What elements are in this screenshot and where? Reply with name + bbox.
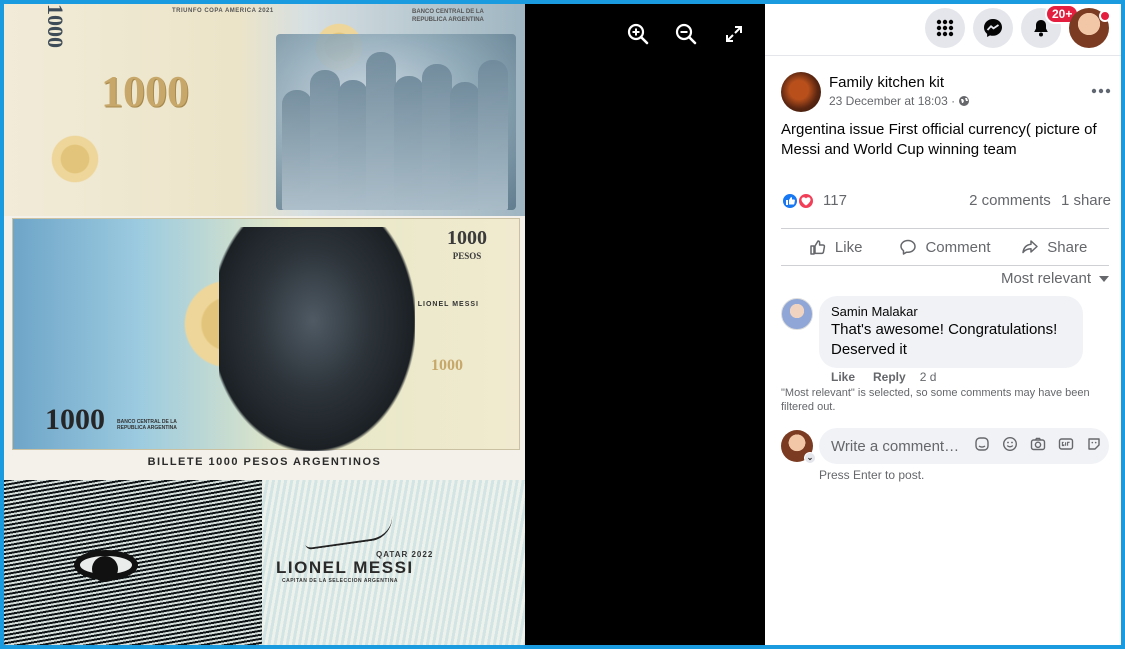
comment-composer: ⌄ [781, 426, 1111, 466]
comments-count[interactable]: 2 comments [969, 192, 1051, 209]
post-author[interactable]: Family kitchen kit [829, 74, 944, 91]
post-stats: 2 comments 1 share [963, 192, 1111, 209]
composer-hint: Press Enter to post. [819, 468, 925, 482]
more-dots-icon [1091, 88, 1111, 94]
banknote-signature-name: LIONEL MESSI [417, 301, 479, 308]
caret-down-icon [1099, 275, 1109, 282]
comment-like-button[interactable]: Like [831, 370, 855, 384]
photo-viewer: 1000 TRIUNFO COPA AMERICA 2021 BANCO CEN… [4, 4, 1121, 645]
reaction-count[interactable]: 117 [823, 192, 847, 209]
zoom-in-icon [627, 23, 649, 45]
emoji-button[interactable] [1001, 435, 1019, 453]
banknote-vertical-denomination: 1000 [43, 4, 68, 48]
post-timestamp[interactable]: 23 December at 18:03 · [829, 94, 970, 108]
messenger-button[interactable] [973, 8, 1013, 48]
sticker-button[interactable] [1085, 435, 1103, 453]
comment-time[interactable]: 2 d [920, 370, 937, 384]
comment-reply-button[interactable]: Reply [873, 370, 906, 384]
post-header: Family kitchen kit 23 December at 18:03 … [781, 72, 1111, 114]
comment-bubble: Samin Malakar That's awesome! Congratula… [819, 296, 1083, 368]
comment-button[interactable]: Comment [890, 229, 999, 265]
more-options-button[interactable] [1091, 78, 1111, 99]
messi-portrait [219, 227, 415, 451]
zoom-in-button[interactable] [624, 20, 652, 48]
composer-tools [973, 435, 1103, 453]
signature-mark [302, 513, 396, 551]
gif-icon [1058, 438, 1074, 450]
photo-button[interactable] [1029, 435, 1047, 453]
banknote-team: 1000 TRIUNFO COPA AMERICA 2021 BANCO CEN… [4, 4, 525, 216]
globe-icon [959, 96, 970, 106]
shares-count[interactable]: 1 share [1061, 192, 1111, 209]
comment-text: That's awesome! Congratulations! Deserve… [831, 321, 1058, 358]
love-reaction-icon[interactable] [797, 192, 815, 210]
filter-notice: "Most relevant" is selected, so some com… [781, 387, 1090, 413]
my-avatar[interactable]: ⌄ [781, 430, 816, 464]
post-photo[interactable]: 1000 TRIUNFO COPA AMERICA 2021 BANCO CEN… [4, 4, 525, 645]
banknote-detail: QATAR 2022 LIONEL MESSI CAPITAN DE LA SE… [4, 480, 525, 645]
zoom-out-icon [675, 23, 697, 45]
commenter-avatar[interactable] [781, 298, 813, 330]
comment-author[interactable]: Samin Malakar [831, 304, 1071, 319]
sticker-icon [1088, 438, 1100, 450]
emoji-icon [1002, 436, 1018, 452]
grid-menu-icon [936, 19, 954, 37]
banknote-subtitle: CAPITAN DE LA SELECCION ARGENTINA [282, 578, 399, 584]
comment-sort-dropdown[interactable]: Most relevant [1001, 270, 1109, 287]
chevron-down-icon[interactable]: ⌄ [804, 452, 816, 464]
portrait-iris [92, 556, 118, 582]
photo-caption: BILLETE 1000 PESOS ARGENTINOS [147, 456, 382, 468]
status-dot [1099, 10, 1111, 22]
messenger-icon [984, 19, 1002, 37]
banknote-denomination-bottom: 1000 [45, 403, 105, 436]
banknote-messi: 1000 PESOS LIONEL MESSI 1000 1000 BANCO … [12, 218, 520, 451]
zoom-out-button[interactable] [672, 20, 700, 48]
banknote-denomination-top: 1000 PESOS [447, 227, 487, 261]
gif-button[interactable] [1057, 435, 1075, 453]
share-icon [1022, 240, 1039, 254]
thumbs-up-icon [810, 240, 826, 255]
avatar-sticker-button[interactable] [973, 435, 991, 453]
like-button[interactable]: Like [781, 229, 890, 265]
top-bar: 20+ [765, 4, 1121, 56]
camera-icon [1030, 437, 1046, 451]
banknote-denomination-mid: 1000 [431, 357, 463, 374]
menu-button[interactable] [925, 8, 965, 48]
comment-icon [900, 239, 917, 255]
page-avatar[interactable] [781, 72, 821, 112]
reactions-bar: 117 2 comments 1 share [781, 190, 1111, 210]
sun-emblem-small [40, 124, 110, 194]
banknote-bank: BANCO CENTRAL DE LA REPUBLICA ARGENTINA [412, 9, 484, 23]
banknote-name: LIONEL MESSI [276, 558, 414, 577]
post-actions: Like Comment Share [781, 228, 1109, 266]
banknote-denomination: 1000 [101, 67, 189, 116]
avatar-sticker-icon [975, 437, 989, 451]
share-button[interactable]: Share [1000, 229, 1109, 265]
team-photo [276, 34, 516, 210]
expand-icon [726, 26, 742, 42]
notifications-button[interactable]: 20+ [1021, 4, 1080, 48]
post-text: Argentina issue First official currency(… [781, 121, 1097, 158]
post-panel: 20+ Family kitchen kit 23 December at 18… [765, 4, 1121, 645]
banknote-bank-line: BANCO CENTRAL DE LA REPUBLICA ARGENTINA [117, 419, 177, 431]
account-avatar[interactable] [1069, 8, 1111, 48]
fullscreen-button[interactable] [720, 20, 748, 48]
banknote-title: TRIUNFO COPA AMERICA 2021 [172, 8, 274, 14]
comment-actions: Like Reply 2 d [831, 370, 936, 384]
